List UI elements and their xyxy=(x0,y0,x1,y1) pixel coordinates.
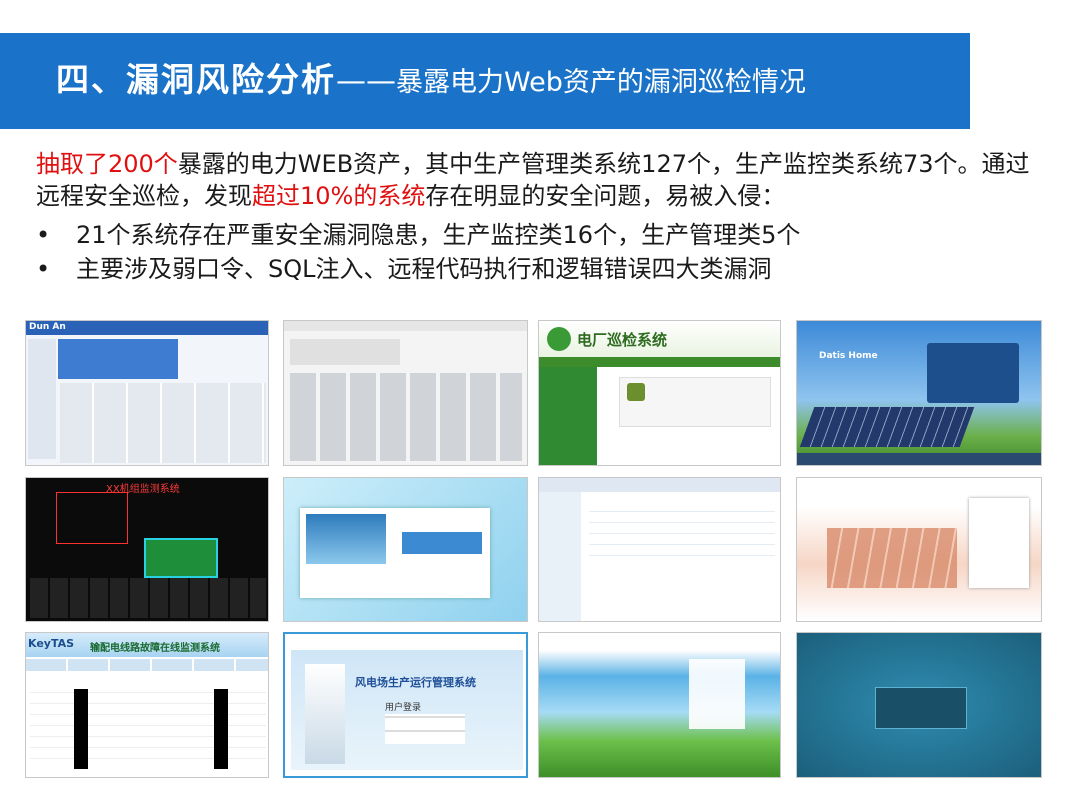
bullet-item-1: • 21个系统存在严重安全漏洞隐患，生产监控类16个，生产管理类5个 xyxy=(36,218,1036,252)
toolbar xyxy=(284,321,527,331)
bullet-text: 主要涉及弱口令、SQL注入、远程代码执行和逻辑错误四大类漏洞 xyxy=(76,255,772,283)
screenshot-unit-monitor: XX机组监测系统 xyxy=(25,477,269,622)
alert-frame xyxy=(56,492,128,544)
tree-menu xyxy=(539,492,581,621)
bullet-list: • 21个系统存在严重安全漏洞隐患，生产监控类16个，生产管理类5个 • 主要涉及弱… xyxy=(36,218,1036,286)
toolbar xyxy=(539,478,780,492)
status-bar xyxy=(797,453,1041,465)
task-list xyxy=(589,506,775,566)
app-title: 输配电线路故障在线监测系统 xyxy=(90,643,220,654)
screenshot-management-portal xyxy=(538,477,781,622)
intro-text-2: 存在明显的安全问题，易被入侵： xyxy=(425,182,786,210)
login-box xyxy=(969,498,1029,588)
screenshot-wind-monitor: Dun An xyxy=(25,320,269,466)
solar-graphic xyxy=(827,528,957,588)
info-panel xyxy=(58,339,178,379)
redaction-block xyxy=(214,689,228,769)
intro-highlight-1: 抽取了200个 xyxy=(36,150,178,178)
intro-paragraph: 抽取了200个暴露的电力WEB资产，其中生产管理类系统127个，生产监控类系统7… xyxy=(36,148,1036,212)
data-strip xyxy=(30,578,266,618)
screenshot-fault-monitor: KeyTAS 输配电线路故障在线监测系统 xyxy=(25,632,269,778)
login-label: 用户登录 xyxy=(385,703,422,713)
app-title: 风电场生产运行管理系统 xyxy=(355,676,476,689)
page-title: 四、漏洞风险分析——暴露电力Web资产的漏洞巡检情况 xyxy=(56,53,806,101)
center-node xyxy=(144,538,218,578)
wind-turbine-image xyxy=(305,664,345,764)
bullet-dot: • xyxy=(36,221,51,249)
briefcase-icon xyxy=(627,383,645,401)
title-sub: 暴露电力Web资产的漏洞巡检情况 xyxy=(396,67,806,98)
redaction-block xyxy=(74,689,88,769)
app-logo: KeyTAS xyxy=(28,637,75,650)
screenshot-teal-login xyxy=(796,632,1042,778)
screenshot-solar-login: Datis Home xyxy=(796,320,1042,466)
solar-panels xyxy=(799,407,975,447)
button-grid xyxy=(290,373,522,461)
title-banner: 四、漏洞风险分析——暴露电力Web资产的漏洞巡检情况 xyxy=(0,33,970,129)
bullet-dot: • xyxy=(36,255,51,283)
screenshot-plant-inspection: 电厂巡检系统 xyxy=(538,320,781,466)
login-box xyxy=(927,343,1019,403)
app-title: Datis Home xyxy=(819,351,878,361)
app-title: 电厂巡检系统 xyxy=(577,331,668,349)
screenshot-blue-login xyxy=(283,477,528,622)
title-dash: —— xyxy=(336,64,396,99)
banner-image xyxy=(306,514,386,564)
nav-bar xyxy=(539,357,780,367)
bullet-item-2: • 主要涉及弱口令、SQL注入、远程代码执行和逻辑错误四大类漏洞 xyxy=(36,252,1036,286)
bullet-text: 21个系统存在严重安全漏洞隐患，生产监控类16个，生产管理类5个 xyxy=(76,221,801,249)
title-main: 四、漏洞风险分析 xyxy=(56,60,336,99)
turbine-grid xyxy=(60,383,266,463)
screenshot-wind-login: 风电场生产运行管理系统 用户登录 xyxy=(283,632,528,778)
intro-highlight-2: 超过10%的系统 xyxy=(252,182,426,210)
device-table xyxy=(30,689,266,769)
screenshot-solar-portal xyxy=(796,477,1042,622)
app-logo-icon xyxy=(547,327,571,351)
screenshot-energy-platform xyxy=(538,632,781,778)
side-menu xyxy=(539,367,597,465)
app-logo: Dun An xyxy=(29,322,66,332)
tab-bar xyxy=(26,659,268,671)
login-box xyxy=(689,659,745,729)
side-panel xyxy=(28,339,56,459)
login-fields xyxy=(402,532,482,554)
login-box xyxy=(875,687,967,729)
header-block xyxy=(290,339,400,365)
login-fields xyxy=(385,714,465,744)
screenshot-form-grid xyxy=(283,320,528,466)
